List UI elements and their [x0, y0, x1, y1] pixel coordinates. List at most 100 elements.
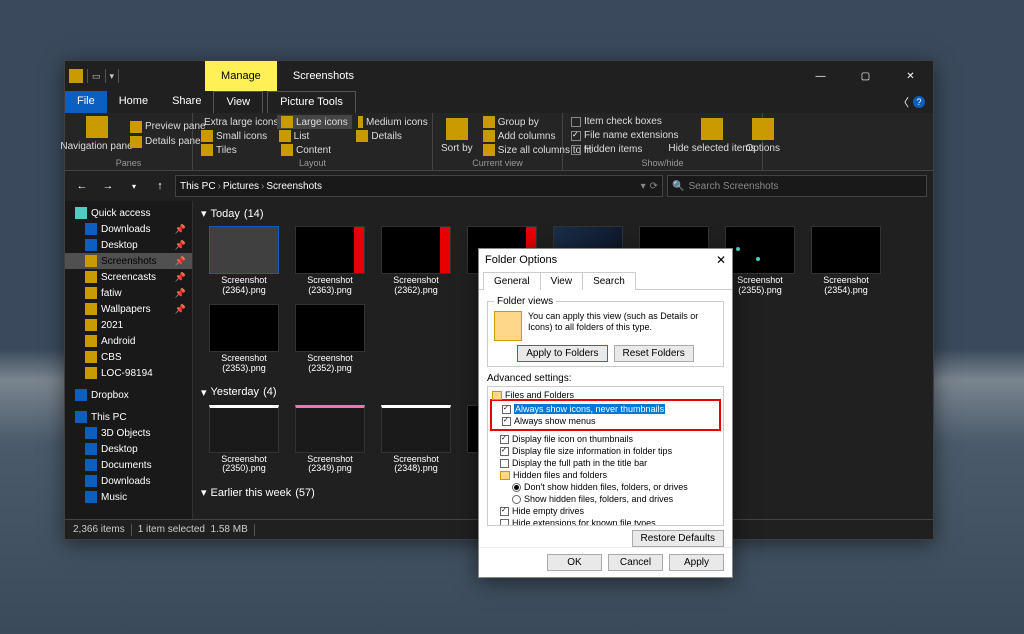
- adv-hide-empty-drives[interactable]: Hide empty drives: [492, 505, 719, 517]
- menu-picture-tools[interactable]: Picture Tools: [267, 91, 356, 113]
- sidebar-pc-desktop[interactable]: Desktop: [65, 441, 192, 457]
- sidebar-screencasts[interactable]: Screencasts📌: [65, 269, 192, 285]
- file-item[interactable]: Screenshot (2354).png: [811, 226, 881, 296]
- sidebar-documents[interactable]: Documents: [65, 457, 192, 473]
- hide-selected-button[interactable]: Hide selected items: [685, 117, 740, 155]
- recent-dropdown[interactable]: ▾: [123, 175, 145, 197]
- file-extensions-toggle[interactable]: File name extensions: [567, 129, 683, 142]
- maximize-button[interactable]: ▢: [843, 61, 888, 91]
- file-item[interactable]: Screenshot (2363).png: [295, 226, 365, 296]
- minimize-button[interactable]: —: [798, 61, 843, 91]
- adv-hide-extensions[interactable]: Hide extensions for known file types: [492, 517, 719, 526]
- apply-button[interactable]: Apply: [669, 554, 724, 571]
- sidebar-fatiw[interactable]: fatiw📌: [65, 285, 192, 301]
- title-bar: ▭ ▾ Manage Screenshots — ▢ ✕: [65, 61, 933, 91]
- folder-icon: [85, 367, 97, 379]
- up-button[interactable]: ↑: [149, 175, 171, 197]
- file-item[interactable]: Screenshot (2350).png: [209, 405, 279, 475]
- ok-button[interactable]: OK: [547, 554, 602, 571]
- search-box[interactable]: 🔍 Search Screenshots: [667, 175, 927, 197]
- adv-dont-show-hidden[interactable]: Don't show hidden files, folders, or dri…: [492, 481, 719, 493]
- hidden-items-toggle[interactable]: Hidden items: [567, 143, 683, 156]
- file-item[interactable]: Screenshot (2353).png: [209, 304, 279, 374]
- item-checkboxes-toggle[interactable]: Item check boxes: [567, 115, 683, 128]
- adv-full-path-titlebar[interactable]: Display the full path in the title bar: [492, 457, 719, 469]
- breadcrumb[interactable]: This PC › Pictures › Screenshots ▾ ⟳: [175, 175, 663, 197]
- star-icon: [75, 207, 87, 219]
- window-title: Screenshots: [277, 61, 370, 91]
- folder-icon: [85, 271, 97, 283]
- back-button[interactable]: ←: [71, 175, 93, 197]
- sidebar-quick-access[interactable]: Quick access: [65, 205, 192, 221]
- sidebar-desktop[interactable]: Desktop📌: [65, 237, 192, 253]
- sidebar-pc-downloads[interactable]: Downloads: [65, 473, 192, 489]
- sort-by-button[interactable]: Sort by: [437, 117, 477, 155]
- breadcrumb-dropdown-icon[interactable]: ▾: [641, 181, 646, 192]
- help-icon[interactable]: ?: [913, 96, 925, 108]
- layout-small[interactable]: Small icons: [197, 129, 273, 143]
- forward-button[interactable]: →: [97, 175, 119, 197]
- refresh-icon[interactable]: ⟳: [650, 181, 658, 192]
- layout-medium[interactable]: Medium icons: [354, 115, 432, 129]
- breadcrumb-screenshots[interactable]: Screenshots: [266, 181, 322, 192]
- dialog-title: Folder Options: [485, 254, 557, 266]
- restore-defaults-button[interactable]: Restore Defaults: [632, 530, 724, 547]
- group-header-today[interactable]: ▾Today(14): [201, 205, 925, 222]
- sidebar-music[interactable]: Music: [65, 489, 192, 505]
- sidebar-this-pc[interactable]: This PC: [65, 409, 192, 425]
- sidebar-android[interactable]: Android: [65, 333, 192, 349]
- breadcrumb-pictures[interactable]: Pictures: [223, 181, 259, 192]
- dialog-close-icon[interactable]: ✕: [716, 253, 726, 267]
- sidebar-2021[interactable]: 2021: [65, 317, 192, 333]
- sidebar-dropbox[interactable]: Dropbox: [65, 387, 192, 403]
- close-button[interactable]: ✕: [888, 61, 933, 91]
- tab-view[interactable]: View: [540, 272, 584, 290]
- sidebar-screenshots[interactable]: Screenshots📌: [65, 253, 192, 269]
- layout-list[interactable]: List: [275, 129, 351, 143]
- adv-always-show-icons[interactable]: Always show icons, never thumbnails: [494, 403, 717, 415]
- folder-icon: [85, 335, 97, 347]
- menu-view[interactable]: View: [213, 91, 263, 113]
- folder-views-desc: You can apply this view (such as Details…: [528, 311, 717, 333]
- file-item[interactable]: Screenshot (2352).png: [295, 304, 365, 374]
- menu-home[interactable]: Home: [107, 91, 160, 113]
- sidebar-wallpapers[interactable]: Wallpapers📌: [65, 301, 192, 317]
- file-item[interactable]: Screenshot (2364).png: [209, 226, 279, 296]
- layout-details[interactable]: Details: [352, 129, 428, 143]
- ribbon-collapse-icon[interactable]: 〈: [898, 94, 909, 110]
- nav-pane: Quick access Downloads📌 Desktop📌 Screens…: [65, 201, 193, 519]
- file-item[interactable]: Screenshot (2348).png: [381, 405, 451, 475]
- reset-folders-button[interactable]: Reset Folders: [614, 345, 694, 362]
- apply-to-folders-button[interactable]: Apply to Folders: [517, 345, 607, 362]
- layout-content[interactable]: Content: [277, 143, 355, 157]
- sidebar-3d-objects[interactable]: 3D Objects: [65, 425, 192, 441]
- adv-always-show-menus[interactable]: Always show menus: [494, 415, 717, 427]
- cancel-button[interactable]: Cancel: [608, 554, 663, 571]
- layout-extra-large[interactable]: Extra large icons: [197, 115, 275, 129]
- sidebar-downloads[interactable]: Downloads📌: [65, 221, 192, 237]
- file-item[interactable]: Screenshot (2349).png: [295, 405, 365, 475]
- options-button[interactable]: Options: [742, 117, 784, 155]
- layout-large[interactable]: Large icons: [277, 115, 352, 129]
- folder-icon: [85, 287, 97, 299]
- breadcrumb-root[interactable]: This PC: [180, 181, 216, 192]
- adv-show-hidden[interactable]: Show hidden files, folders, and drives: [492, 493, 719, 505]
- advanced-settings-tree[interactable]: Files and Folders Always show icons, nev…: [487, 386, 724, 526]
- menu-share[interactable]: Share: [160, 91, 213, 113]
- sidebar-cbs[interactable]: CBS: [65, 349, 192, 365]
- navigation-pane-button[interactable]: Navigation pane: [69, 115, 124, 153]
- qat-btn-2[interactable]: ▾: [110, 71, 115, 82]
- tab-general[interactable]: General: [483, 272, 541, 290]
- qat-btn-1[interactable]: ▭: [92, 71, 101, 82]
- adv-display-file-icon[interactable]: Display file icon on thumbnails: [492, 433, 719, 445]
- sidebar-loc[interactable]: LOC-98194: [65, 365, 192, 381]
- file-item[interactable]: Screenshot (2355).png: [725, 226, 795, 296]
- dialog-tabs: General View Search: [479, 271, 732, 290]
- adv-display-file-size[interactable]: Display file size information in folder …: [492, 445, 719, 457]
- tab-search[interactable]: Search: [582, 272, 636, 290]
- layout-tiles[interactable]: Tiles: [197, 143, 275, 157]
- context-tab-manage[interactable]: Manage: [205, 61, 277, 91]
- menu-file[interactable]: File: [65, 91, 107, 113]
- file-item[interactable]: Screenshot (2362).png: [381, 226, 451, 296]
- highlighted-region: Always show icons, never thumbnails Alwa…: [490, 399, 721, 431]
